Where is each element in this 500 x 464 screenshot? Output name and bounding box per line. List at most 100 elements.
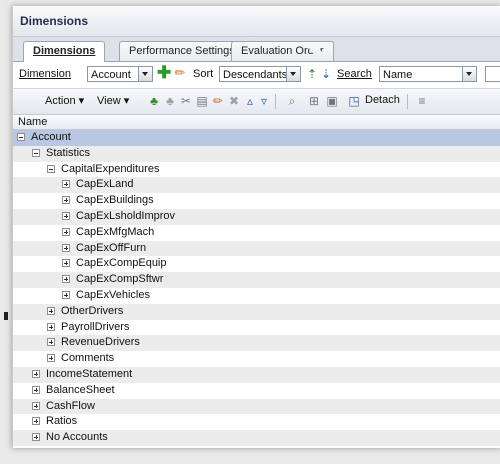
expand-icon[interactable] (47, 354, 55, 363)
search-select[interactable]: Name (379, 66, 477, 82)
collapse-icon[interactable] (17, 133, 25, 141)
column-header-name[interactable]: Name (13, 115, 500, 130)
expand-icon[interactable] (62, 180, 70, 189)
detach-button[interactable]: Detach (365, 94, 400, 106)
sort-descending-icon[interactable]: ⇣ (319, 67, 333, 81)
tree-row[interactable]: CapExCompEquip (13, 256, 500, 272)
tree-row-label: OtherDrivers (61, 304, 124, 317)
tab-performance-settings-label: Performance Settings (129, 45, 235, 57)
tab-dimensions-label: Dimensions (33, 45, 96, 57)
tree-row[interactable]: IncomeStatement (13, 366, 500, 383)
show-usage-icon[interactable]: ⌕ (283, 94, 301, 108)
splitter-handle[interactable] (4, 312, 8, 320)
tree-row[interactable]: BalanceSheet (13, 383, 500, 399)
cut-icon[interactable]: ✂ (179, 94, 193, 108)
expand-icon[interactable] (47, 338, 55, 347)
dimension-select-value: Account (91, 69, 131, 81)
expand-icon[interactable] (62, 227, 70, 236)
expand-icon[interactable] (62, 259, 70, 268)
wrap-icon[interactable]: ≡ (415, 94, 429, 108)
dimension-tree: Account Statistics CapitalExpenditures CapE… (13, 130, 500, 446)
search-input[interactable] (485, 66, 500, 82)
add-icon[interactable]: ✚ (157, 64, 171, 81)
tree-row[interactable]: OtherDrivers (13, 303, 500, 320)
expand-icon[interactable] (62, 243, 70, 252)
action-menu-label: Action (45, 95, 76, 107)
tree-row[interactable]: Comments (13, 351, 500, 367)
toolbar: Action ▾ View ▾ ♣ ♣ ✂ ▤ ✏ ✖ ▵ ▿ ⌕ ⊞ ▣ ◳ … (13, 89, 500, 115)
tree-row[interactable]: CapExVehicles (13, 288, 500, 304)
expand-icon[interactable] (47, 322, 55, 331)
chevron-down-icon: ▾ (78, 95, 85, 107)
view-menu-label: View (97, 95, 121, 107)
tree-row-label: CapExBuildings (76, 194, 154, 207)
expand-icon[interactable] (32, 385, 40, 394)
tree-row[interactable]: Ratios (13, 414, 500, 430)
edit-pencil-icon[interactable]: ✏ (173, 66, 187, 80)
tree-row-label: BalanceSheet (46, 383, 115, 396)
expand-icon[interactable] (62, 275, 70, 284)
tree-row[interactable]: PayrollDrivers (13, 320, 500, 336)
refresh-icon[interactable]: ▣ (325, 94, 339, 108)
tree-row[interactable]: CapExOffFurn (13, 240, 500, 257)
tree-row-label: Account (31, 131, 71, 143)
paste-icon[interactable]: ▤ (195, 94, 209, 108)
collapse-icon[interactable] (47, 164, 55, 173)
view-menu[interactable]: View ▾ (97, 94, 129, 107)
tree-row-label: CapExMfgMach (76, 225, 155, 238)
tree-row[interactable]: CashFlow (13, 398, 500, 415)
detach-icon[interactable]: ◳ (347, 94, 361, 108)
expand-icon[interactable] (32, 417, 40, 426)
tree-row[interactable]: CapExLsholdImprov (13, 208, 500, 225)
sort-label: Sort (193, 68, 214, 80)
tree-row[interactable]: RevenueDrivers (13, 335, 500, 352)
sort-ascending-icon[interactable]: ⇡ (305, 67, 319, 81)
tree-row[interactable]: Statistics (13, 145, 500, 162)
filter-bar: Dimension Account ✚ ✏ Sort Descendants ⇡… (13, 62, 500, 89)
tree-row[interactable]: CapExMfgMach (13, 225, 500, 241)
panel-title: Dimensions (13, 6, 500, 37)
dimension-select[interactable]: Account (87, 66, 153, 82)
tab-dimensions[interactable]: Dimensions (23, 41, 106, 62)
chevron-down-icon: ▾ (123, 95, 130, 107)
tree-row[interactable]: No Accounts (13, 430, 500, 446)
chevron-down-icon (286, 67, 300, 81)
chevron-down-icon (138, 67, 152, 81)
tree-row-label: CapExVehicles (76, 288, 150, 301)
tree-row[interactable]: CapitalExpenditures (13, 162, 500, 178)
collapse-icon[interactable] (32, 148, 40, 157)
action-menu[interactable]: Action ▾ (45, 94, 84, 107)
expand-icon[interactable] (62, 290, 70, 299)
edit-icon[interactable]: ✏ (211, 94, 225, 108)
expand-icon[interactable] (32, 369, 40, 378)
expand-tree-icon[interactable]: ⊞ (307, 94, 321, 108)
sort-select-value: Descendants (223, 69, 288, 81)
sort-select[interactable]: Descendants (219, 66, 301, 82)
expand-icon[interactable] (32, 401, 40, 410)
expand-icon[interactable] (62, 211, 70, 220)
add-sibling-icon[interactable]: ♣ (163, 94, 177, 108)
tree-row-label: CapitalExpenditures (61, 162, 160, 175)
tree-row[interactable]: CapExCompSftwr (13, 272, 500, 288)
chevron-down-icon (462, 67, 476, 81)
expand-icon[interactable] (47, 306, 55, 315)
expand-icon[interactable] (32, 433, 40, 442)
tree-row[interactable]: CapExBuildings (13, 193, 500, 209)
move-down-icon[interactable]: ▿ (257, 94, 271, 108)
tree-row-label: Comments (61, 352, 115, 365)
tree-row-label: Ratios (46, 415, 78, 428)
add-child-icon[interactable]: ♣ (147, 94, 161, 108)
toolbar-separator (407, 94, 408, 109)
tree-row[interactable]: CapExLand (13, 177, 500, 194)
delete-icon[interactable]: ✖ (227, 94, 241, 108)
dimension-label: Dimension (19, 68, 71, 80)
toolbar-separator (275, 94, 276, 109)
search-select-value: Name (383, 69, 413, 81)
tab-strip: Performance Settings Evaluation Order Di… (13, 37, 500, 62)
expand-icon[interactable] (62, 196, 70, 205)
tab-performance-settings[interactable]: Performance Settings (119, 41, 245, 61)
tree-row-label: CapExLand (76, 178, 134, 191)
tree-row[interactable]: Account (13, 130, 500, 146)
tree-row-label: CapExCompSftwr (76, 273, 164, 286)
move-up-icon[interactable]: ▵ (243, 94, 257, 108)
